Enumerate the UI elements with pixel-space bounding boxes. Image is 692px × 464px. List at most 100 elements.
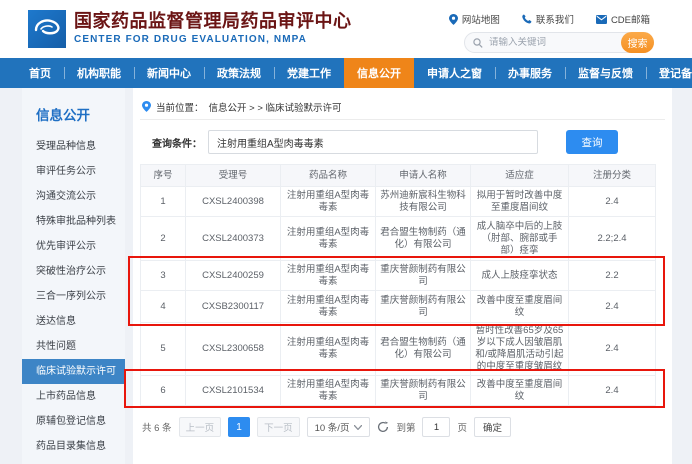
col-applicant: 申请人名称 [376,165,471,187]
query-button[interactable]: 查询 [566,130,618,154]
cell-registration-class: 2.4 [569,376,656,406]
contact-label: 联系我们 [536,12,574,26]
sitemap-link[interactable]: 网站地图 [449,12,500,26]
cell-drug-name: 注射用重组A型肉毒毒素 [281,217,376,261]
sidebar: 信息公开 受理品种信息 审评任务公示 沟通交流公示 特殊审批品种列表 优先审评公… [22,88,125,464]
goto-prefix: 到第 [396,420,415,434]
cell-indication: 暂时性改善65岁及65岁以下成人因皱眉肌和/或降眉肌活动引起的中度至重度皱眉纹 [471,323,569,376]
sidebar-item-special-approval[interactable]: 特殊审批品种列表 [22,209,125,234]
cell-applicant: 重庆誉颜制药有限公司 [376,376,471,406]
sidebar-item-clinical-trial-implied-license[interactable]: 临床试验默示许可 [22,359,125,384]
nav-functions[interactable]: 机构职能 [64,58,134,88]
chevron-down-icon [354,425,362,430]
cell-drug-name: 注射用重组A型肉毒毒素 [281,261,376,291]
sidebar-item-drug-catalog[interactable]: 药品目录集信息 [22,434,125,459]
table-row[interactable]: 1 CXSL2400398 注射用重组A型肉毒毒素 苏州迪新宸科生物科技有限公司… [141,187,656,217]
goto-confirm-button[interactable]: 确定 [474,417,511,437]
cell-index: 5 [141,323,186,376]
cell-index: 4 [141,291,186,323]
goto-page-input[interactable] [422,417,450,437]
sidebar-title: 信息公开 [22,100,125,134]
goto-suffix: 页 [457,420,467,434]
header-search: 搜索 [464,32,654,53]
search-icon [473,38,483,48]
refresh-button[interactable] [377,421,389,433]
sidebar-item-priority-review[interactable]: 优先审评公示 [22,234,125,259]
cell-registration-class: 2.2 [569,261,656,291]
logo-swirl-icon [32,16,62,42]
table-row[interactable]: 6 CXSL2101534 注射用重组A型肉毒毒素 重庆誉颜制药有限公司 改善中… [141,376,656,406]
mail-icon [596,15,607,24]
cell-drug-name: 注射用重组A型肉毒毒素 [281,323,376,376]
cde-mail-link[interactable]: CDE邮箱 [596,12,650,26]
nav-party[interactable]: 党建工作 [274,58,344,88]
sidebar-item-delivery-info[interactable]: 送达信息 [22,309,125,334]
table-row[interactable]: 5 CXSL2300658 注射用重组A型肉毒毒素 君合盟生物制药（通化）有限公… [141,323,656,376]
breadcrumb-path: 信息公开 > > 临床试验默示许可 [209,100,342,114]
nav-home[interactable]: 首页 [16,58,64,88]
cell-applicant: 君合盟生物制药（通化）有限公司 [376,323,471,376]
nav-services[interactable]: 办事服务 [495,58,565,88]
page-1-button[interactable]: 1 [228,417,250,437]
page-size-select[interactable]: 10 条/页 [307,417,371,437]
cell-registration-class: 2.4 [569,291,656,323]
pagination: 共 6 条 上一页 1 下一页 10 条/页 到第 页 确定 [140,417,665,437]
search-input[interactable] [483,37,621,48]
col-indication: 适应症 [471,165,569,187]
page-size-value: 10 条/页 [315,420,350,434]
cell-drug-name: 注射用重组A型肉毒毒素 [281,291,376,323]
cell-acceptance-no: CXSL2400259 [186,261,281,291]
cde-logo [28,10,66,48]
breadcrumb-prefix: 当前位置： [156,100,204,114]
brand-block: 国家药品监督管理局药品审评中心 CENTER FOR DRUG EVALUATI… [74,10,352,45]
cell-applicant: 重庆誉颜制药有限公司 [376,291,471,323]
cell-applicant: 重庆誉颜制药有限公司 [376,261,471,291]
total-count: 共 6 条 [142,420,172,434]
cell-drug-name: 注射用重组A型肉毒毒素 [281,376,376,406]
cell-registration-class: 2.2;2.4 [569,217,656,261]
results-table: 序号 受理号 药品名称 申请人名称 适应症 注册分类 1 CXSL2400398… [140,164,656,406]
nav-news[interactable]: 新闻中心 [134,58,204,88]
cell-drug-name: 注射用重组A型肉毒毒素 [281,187,376,217]
table-row[interactable]: 2 CXSL2400373 注射用重组A型肉毒毒素 君合盟生物制药（通化）有限公… [141,217,656,261]
contact-link[interactable]: 联系我们 [522,12,574,26]
sidebar-item-three-in-one[interactable]: 三合一序列公示 [22,284,125,309]
cell-acceptance-no: CXSL2400398 [186,187,281,217]
sidebar-item-accepted-varieties[interactable]: 受理品种信息 [22,134,125,159]
sidebar-item-breakthrough-therapy[interactable]: 突破性治疗公示 [22,259,125,284]
prev-page-button[interactable]: 上一页 [179,417,222,437]
nav-registration-platform[interactable]: 登记备案平台 [646,58,692,88]
table-row[interactable]: 4 CXSB2300117 注射用重组A型肉毒毒素 重庆誉颜制药有限公司 改善中… [141,291,656,323]
cell-index: 3 [141,261,186,291]
nav-supervision[interactable]: 监督与反馈 [565,58,646,88]
search-button[interactable]: 搜索 [621,32,654,53]
breadcrumb: 当前位置： 信息公开 > > 临床试验默示许可 [140,94,665,120]
cell-indication: 拟用于暂时改善中度至重度眉间纹 [471,187,569,217]
cde-mail-label: CDE邮箱 [611,12,650,26]
cell-acceptance-no: CXSB2300117 [186,291,281,323]
sidebar-item-excipient-registration[interactable]: 原辅包登记信息 [22,409,125,434]
sitemap-label: 网站地图 [462,12,500,26]
top-links: 网站地图 联系我们 CDE邮箱 [449,12,650,26]
query-bar: 查询条件： 查询 [140,129,665,155]
nav-info-disclosure[interactable]: 信息公开 [344,58,414,88]
sidebar-item-marketed-drugs[interactable]: 上市药品信息 [22,384,125,409]
query-input[interactable] [208,130,538,154]
table-row[interactable]: 3 CXSL2400259 注射用重组A型肉毒毒素 重庆誉颜制药有限公司 成人上… [141,261,656,291]
nav-applicant-window[interactable]: 申请人之窗 [414,58,495,88]
cell-applicant: 苏州迪新宸科生物科技有限公司 [376,187,471,217]
location-pin-icon [142,101,151,112]
cell-acceptance-no: CXSL2300658 [186,323,281,376]
cell-indication: 改善中度至重度眉间纹 [471,291,569,323]
sidebar-item-review-tasks[interactable]: 审评任务公示 [22,159,125,184]
nav-policy[interactable]: 政策法规 [204,58,274,88]
map-pin-icon [449,14,458,25]
col-index: 序号 [141,165,186,187]
col-registration-class: 注册分类 [569,165,656,187]
cell-acceptance-no: CXSL2400373 [186,217,281,261]
sidebar-item-communication[interactable]: 沟通交流公示 [22,184,125,209]
sidebar-item-common-issues[interactable]: 共性问题 [22,334,125,359]
next-page-button[interactable]: 下一页 [257,417,300,437]
cell-index: 6 [141,376,186,406]
phone-icon [522,14,532,24]
